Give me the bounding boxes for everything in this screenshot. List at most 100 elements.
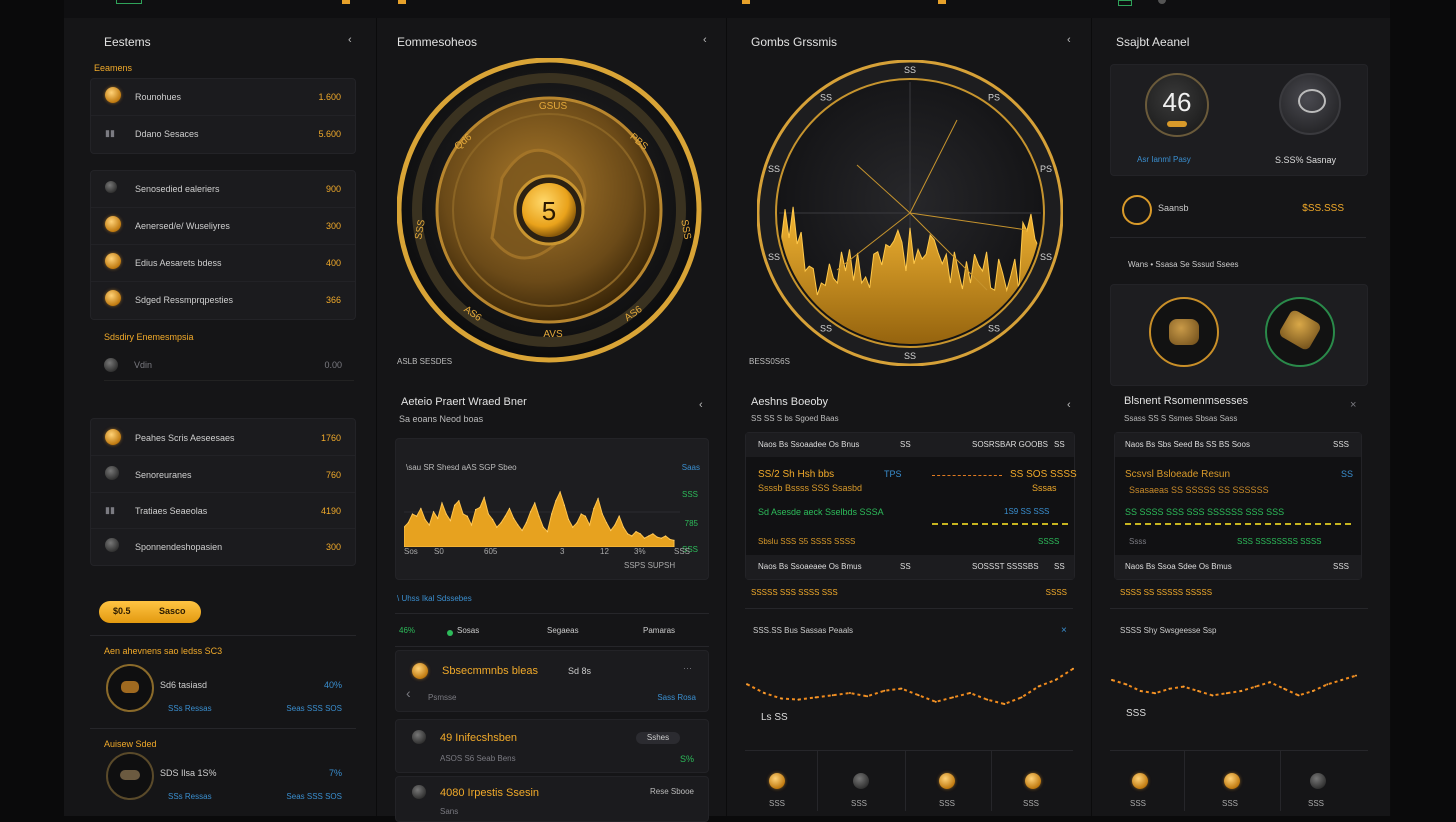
list-item[interactable]: Edius Aesarets bdess 400 [91,245,355,282]
table-row[interactable]: Scsvsl Bsloeade Resun SS [1115,467,1361,483]
user-avatar[interactable] [1279,73,1341,135]
data-point [631,535,633,537]
data-point [618,515,620,517]
row-sparkline [932,475,1002,476]
coin-icon[interactable] [1025,773,1041,789]
circle-icon [412,730,426,744]
table-row[interactable]: Sbslu SSS S5 SSSS SSSS SSSS [746,535,1074,551]
more-icon[interactable]: ··· [683,663,692,673]
asset-avatar[interactable] [1265,297,1335,367]
tag-icon[interactable] [742,0,750,4]
data-point [500,522,502,524]
close-icon[interactable]: × [1350,399,1356,411]
circle-icon[interactable] [1158,0,1166,4]
data-point [664,535,667,537]
square-icon[interactable] [1118,0,1132,6]
asset-avatar[interactable] [106,752,154,800]
list-item[interactable]: 49 Inifecshsben Sshes ASOS S6 Seab Bens … [395,719,709,773]
list-item-label: Sponnendeshopasien [135,542,223,552]
grid-icon: ▮▮ [105,505,115,515]
item-title: 49 Inifecshsben [440,732,518,744]
table-row[interactable]: SS SSSS SSS SSS SSSSSS SSS SSS [1115,505,1361,525]
list-item[interactable]: Sbsecmmnbs bleas Sd 8s ··· ‹ Psmsse Sass… [395,650,709,712]
circle-icon[interactable] [853,773,869,789]
footer-label-right: SSSS [1045,588,1067,597]
status-row[interactable]: Saansb $SS.SSS [1110,181,1366,238]
filter-line[interactable]: Wans • Ssasa Se Sssud Ssees [1128,260,1239,269]
table-row[interactable]: Ssss SSS SSSSSSSS SSSS [1115,535,1361,551]
list-item[interactable]: Rounohues 1.600 [91,79,355,116]
list-item[interactable]: Sponnendeshopasien 300 [91,528,355,564]
list-item-label: Ddano Sesaces [135,129,199,139]
asset-avatar[interactable] [106,664,154,712]
chevron-left-icon[interactable]: ‹ [348,34,352,46]
card-value: 40% [323,680,342,690]
tab-item[interactable]: Pamaras [643,626,675,635]
chart-header: \sau SR Shesd aAS SGP Sbeo [406,463,517,472]
data-point [416,515,418,517]
list-item[interactable]: ▮▮ Ddano Sesaces 5.600 [91,116,355,152]
data-point [424,518,426,521]
data-point [866,695,869,698]
coin-icon[interactable] [939,773,955,789]
table-row[interactable]: Sd Asesde aeck Sselbds SSSA 1S9 SS SSS [746,505,1074,525]
coin-icon[interactable] [1132,773,1148,789]
coin-icon[interactable] [1224,773,1240,789]
table-row[interactable]: Ssssb Bssss SSS Ssasbd Sssas [746,481,1074,495]
table-cell: SS SOS SSSS [1010,469,1077,480]
data-point [1139,690,1142,692]
tab-item[interactable]: 46% [399,626,415,635]
coin-dial[interactable]: 5 GSUS AVS Qd6 PBS SSS SSS AS6 AS6 [397,58,713,374]
list-item-value: 300 [325,542,341,552]
line-chart[interactable] [745,650,1075,736]
axis-tick-label: 785 [684,519,698,528]
chart-footer: SSPS SUPSH [624,561,676,570]
bag-icon [1169,319,1199,345]
list-item[interactable]: Vdin 0.00 [104,356,354,381]
coin-icon[interactable] [769,773,785,789]
asset-avatar[interactable] [1149,297,1219,367]
radar-dial[interactable]: SS PS PS SS SS SS SS SS SS SS [757,60,1063,366]
data-point [559,491,561,493]
chevron-left-icon[interactable]: ‹ [406,685,411,701]
chart-header-right: Saas [681,463,700,472]
list-item[interactable]: Senoreuranes 760 [91,456,355,493]
chevron-left-icon[interactable]: ‹ [1067,399,1071,411]
data-point [487,513,489,515]
tab-item[interactable]: Sosas [457,626,479,635]
tab-item[interactable]: Segaeas [547,626,579,635]
chevron-left-icon[interactable]: ‹ [703,34,707,46]
circle-icon [105,181,117,193]
list-item[interactable]: Senosedied ealeriers 900 [91,171,355,208]
close-icon[interactable]: × [1061,625,1067,636]
toggle-pill[interactable]: $0.5 Sasco [99,601,201,623]
tag-icon[interactable] [938,0,946,4]
list-item[interactable]: Sdged Ressmprqpesties 366 [91,282,355,318]
list-item[interactable]: Aenersed/e/ Wuseliyres 300 [91,208,355,245]
list-item[interactable]: ▮▮ Tratiaes Seaeolas 4190 [91,492,355,529]
footer-label: SSSSS SSS SSSS SSS [751,588,838,597]
table-row[interactable]: Ssasaeas SS SSSSS SS SSSSSS [1115,483,1361,497]
list-item-label: Vdin [134,360,153,370]
chevron-left-icon[interactable]: ‹ [1067,34,1071,46]
tag-icon[interactable] [342,0,350,4]
data-point [1125,683,1128,686]
tag-icon[interactable] [398,0,406,4]
chevron-left-icon[interactable]: ‹ [699,399,703,411]
pill-right-label: Sasco [159,606,186,616]
data-point [1254,685,1257,688]
data-point [831,694,834,697]
score-badge[interactable]: 46 [1145,73,1209,137]
sidebar-panel: Eestems ‹ Eeamens Rounohues 1.600 ▮▮ Dda… [64,18,377,816]
data-point [1197,690,1200,692]
list-panel: Senosedied ealeriers 900 Aenersed/e/ Wus… [90,170,356,320]
area-chart[interactable] [404,477,680,547]
line-chart[interactable] [1110,648,1358,734]
data-point [538,515,540,517]
list-item[interactable]: Peahes Scris Aeseesaes 1760 [91,419,355,456]
circle-icon[interactable] [1310,773,1326,789]
list-item-value: 400 [325,258,341,268]
square-icon[interactable] [116,0,142,4]
list-item[interactable]: 4080 Irpestis Ssesin Rese Sbooe Sans [395,776,709,822]
status-chip[interactable]: Sshes [636,732,680,744]
